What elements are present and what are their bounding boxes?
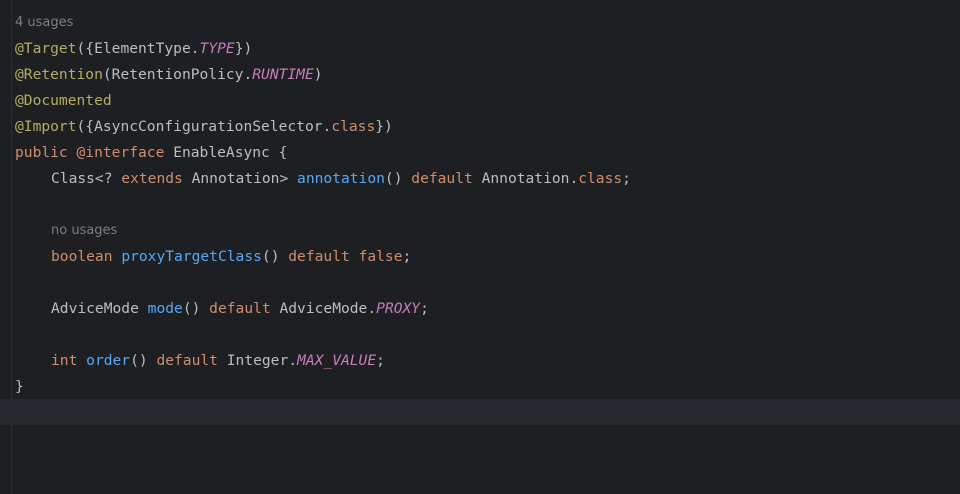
code-text: Integer. — [217, 352, 298, 369]
code-text: Annotation. — [472, 170, 579, 187]
code-text: Class<? — [51, 170, 122, 187]
code-text: ({ElementType. — [76, 40, 200, 57]
code-text: AdviceMode. — [270, 300, 377, 317]
code-text: () — [384, 170, 412, 187]
code-text: ; — [402, 248, 412, 265]
constant-token: TYPE — [199, 40, 235, 57]
code-text: AdviceMode — [51, 300, 148, 317]
keyword-token: @interface — [76, 144, 165, 161]
blank-line[interactable] — [15, 192, 960, 218]
code-text: ({AsyncConfigurationSelector. — [76, 118, 332, 135]
code-text: ; — [622, 170, 631, 187]
code-editor[interactable]: 4 usages @Target({ElementType.TYPE}) @Re… — [15, 10, 960, 426]
constant-token: PROXY — [376, 300, 421, 317]
code-text: () — [130, 352, 157, 369]
code-text: ) — [313, 66, 323, 83]
code-line-closing-brace[interactable]: } — [15, 374, 960, 400]
method-name: proxyTargetClass — [121, 248, 262, 265]
keyword-token: int — [51, 352, 78, 369]
code-text: }) — [234, 40, 253, 57]
code-line-proxy-method[interactable]: boolean proxyTargetClass() default false… — [15, 244, 960, 270]
closing-brace: } — [15, 378, 24, 395]
keyword-token: default — [156, 352, 218, 369]
keyword-token: extends — [121, 170, 183, 187]
blank-line[interactable] — [15, 270, 960, 296]
constant-token: RUNTIME — [252, 66, 314, 83]
keyword-token: class — [331, 118, 376, 135]
code-text: Annotation> — [182, 170, 298, 187]
keyword-token: false — [358, 248, 403, 265]
annotation-token: @Target — [15, 40, 77, 57]
keyword-token: default — [209, 300, 271, 317]
code-text: () — [182, 300, 210, 317]
interface-name: EnableAsync { — [173, 144, 288, 161]
blank-line[interactable] — [15, 322, 960, 348]
code-text: ; — [376, 352, 385, 369]
keyword-token: class — [578, 170, 623, 187]
annotation-token: @Documented — [15, 92, 112, 109]
annotation-token: @Import — [15, 118, 77, 135]
keyword-token: default — [288, 248, 350, 265]
code-line-retention[interactable]: @Retention(RetentionPolicy.RUNTIME) — [15, 62, 960, 88]
constant-token: MAX_VALUE — [297, 352, 377, 369]
method-name: mode — [147, 300, 183, 317]
code-line-declaration[interactable]: public @interface EnableAsync { — [15, 140, 960, 166]
no-usages-hint[interactable]: no usages — [15, 218, 960, 244]
keyword-token: boolean — [51, 248, 113, 265]
code-text: (RetentionPolicy. — [102, 66, 253, 83]
code-text: }) — [375, 118, 393, 135]
method-name: annotation — [297, 170, 385, 187]
annotation-token: @Retention — [15, 66, 103, 83]
code-text: () — [261, 248, 289, 265]
current-line[interactable] — [15, 400, 960, 426]
keyword-token: default — [411, 170, 473, 187]
code-line-documented[interactable]: @Documented — [15, 88, 960, 114]
code-line-import[interactable]: @Import({AsyncConfigurationSelector.clas… — [15, 114, 960, 140]
keyword-token: public — [15, 144, 68, 161]
method-name: order — [86, 352, 131, 369]
code-line-order-method[interactable]: int order() default Integer.MAX_VALUE; — [15, 348, 960, 374]
code-text: ; — [420, 300, 429, 317]
code-line-annotation-method[interactable]: Class<? extends Annotation> annotation()… — [15, 166, 960, 192]
usages-hint[interactable]: 4 usages — [15, 10, 960, 36]
code-line-mode-method[interactable]: AdviceMode mode() default AdviceMode.PRO… — [15, 296, 960, 322]
code-line-target[interactable]: @Target({ElementType.TYPE}) — [15, 36, 960, 62]
